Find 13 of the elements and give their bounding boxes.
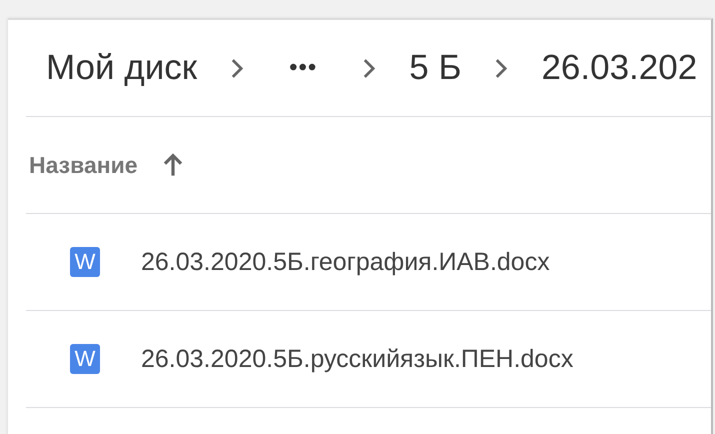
column-header[interactable]: Название	[29, 152, 138, 178]
breadcrumb-item[interactable]: 5 Б	[409, 48, 462, 88]
breadcrumb-item[interactable]: Мой диск	[46, 48, 198, 88]
chevron-right-icon	[362, 58, 376, 78]
word-document-icon: W	[70, 344, 100, 374]
word-document-icon: W	[70, 247, 100, 277]
file-name[interactable]: 26.03.2020.5Б.русскийязык.ПЕН.docx	[141, 344, 574, 374]
more-button[interactable]: •••	[289, 54, 318, 82]
chevron-right-icon	[494, 58, 508, 78]
breadcrumb-item[interactable]: 26.03.202	[541, 48, 698, 88]
file-name[interactable]: 26.03.2020.5Б.география.ИАВ.docx	[141, 248, 550, 276]
arrow-up-icon[interactable]	[162, 153, 184, 177]
chevron-right-icon	[230, 58, 244, 78]
